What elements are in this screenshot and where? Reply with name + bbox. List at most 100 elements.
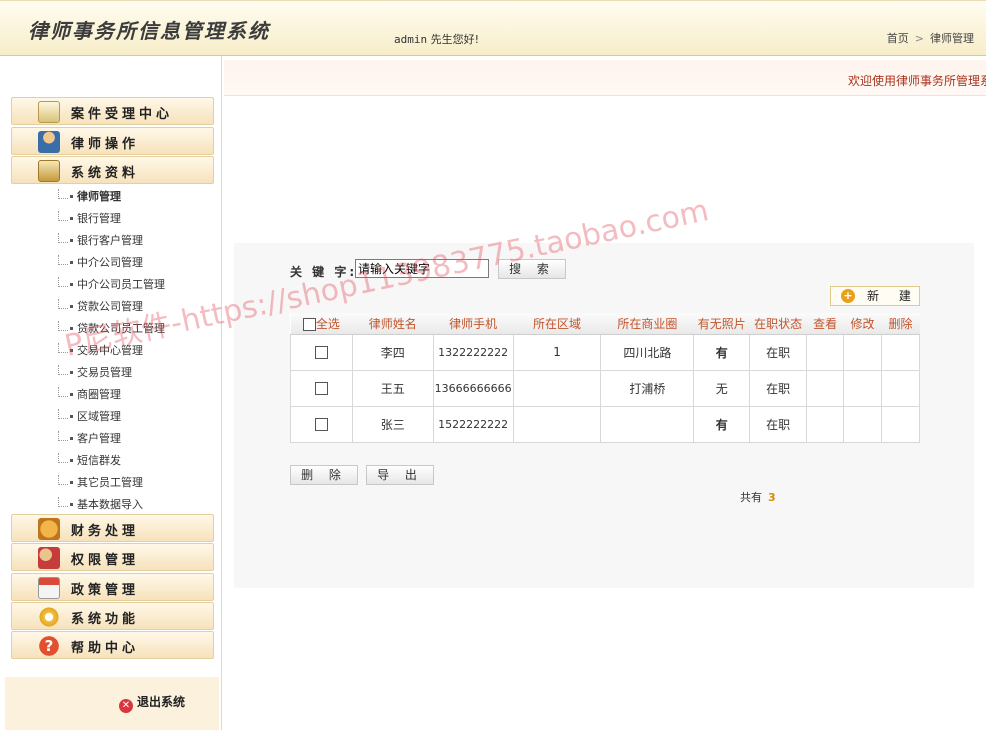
menu-finance[interactable]: 财务处理 [11, 514, 214, 542]
edit-cell[interactable] [843, 333, 882, 371]
menu-permission[interactable]: 权限管理 [11, 543, 214, 571]
row-select-cell [290, 369, 353, 407]
area-cell: 1 [512, 333, 602, 371]
sidebar-item-trader[interactable]: 交易员管理 [58, 364, 132, 384]
menu-label: 案件受理中心 [71, 107, 174, 122]
lawyer-phone-cell: 1322222222 [432, 333, 514, 371]
welcome-marquee-bar: 欢迎使用律师事务所管理系统 [224, 60, 986, 96]
breadcrumb: 首页 > 律师管理 [887, 30, 974, 46]
tree-connector [58, 255, 68, 265]
sidebar-item-sms[interactable]: 短信群发 [58, 452, 121, 472]
view-cell[interactable] [806, 369, 845, 407]
bullet-icon [70, 261, 73, 264]
logout-label: 退出系统 [137, 695, 186, 709]
header-bar: 律师事务所信息管理系统 admin 先生您好! 首页 > 律师管理 [0, 0, 986, 56]
sidebar-item-label: 银行客户管理 [77, 234, 143, 247]
bullet-icon [70, 393, 73, 396]
edit-cell[interactable] [843, 405, 882, 443]
logout-bar: ✕ 退出系统 [5, 677, 219, 730]
bullet-icon [70, 459, 73, 462]
export-button[interactable]: 导 出 [366, 465, 434, 485]
lawyer-phone-cell: 1522222222 [432, 405, 514, 443]
menu-case-center[interactable]: 案件受理中心 [11, 97, 214, 125]
tree-connector [58, 497, 68, 507]
bullet-icon [70, 437, 73, 440]
sidebar-item-label: 基本数据导入 [77, 498, 143, 511]
column-header: 有无照片 [693, 313, 750, 335]
tree-connector [58, 453, 68, 463]
welcome-text: 先生您好! [430, 33, 480, 46]
delete-cell[interactable] [880, 405, 921, 443]
district-cell [600, 405, 695, 443]
sidebar-item-other-staff[interactable]: 其它员工管理 [58, 474, 143, 494]
tree-connector [58, 365, 68, 375]
row-checkbox[interactable] [314, 382, 328, 395]
table-row: 张三 1522222222 有 在职 [290, 405, 921, 443]
welcome-user: admin [394, 33, 428, 46]
status-cell: 在职 [749, 369, 808, 407]
column-header: 查看 [806, 313, 844, 335]
view-cell[interactable] [806, 333, 845, 371]
plus-circle-icon: + [841, 289, 855, 303]
table-row: 王五 13666666666 打浦桥 无 在职 [290, 369, 921, 407]
table-header-row: 全选 律师姓名 律师手机 所在区域 所在商业圈 有无照片 在职状态 查看 修改 … [290, 313, 920, 335]
district-cell: 四川北路 [600, 333, 695, 371]
menu-policy[interactable]: 政策管理 [11, 573, 214, 601]
sidebar-item-business-district[interactable]: 商圈管理 [58, 386, 121, 406]
sidebar-item-lawyer[interactable]: 律师管理 [58, 188, 121, 208]
select-all-checkbox[interactable] [302, 317, 316, 331]
sidebar-item-label: 商圈管理 [77, 388, 121, 401]
sidebar-item-label: 短信群发 [77, 454, 121, 467]
delete-button[interactable]: 删 除 [290, 465, 358, 485]
menu-system-functions[interactable]: 系统功能 [11, 602, 214, 630]
menu-help[interactable]: ? 帮助中心 [11, 631, 214, 659]
new-button[interactable]: + 新 建 [830, 286, 920, 306]
total-number: 3 [768, 491, 776, 504]
sidebar-item-agency[interactable]: 中介公司管理 [58, 254, 143, 274]
lawyer-name-cell: 李四 [351, 333, 434, 371]
sidebar-item-data-import[interactable]: 基本数据导入 [58, 496, 143, 516]
lawyer-table: 全选 律师姓名 律师手机 所在区域 所在商业圈 有无照片 在职状态 查看 修改 … [290, 313, 921, 443]
sidebar-item-area[interactable]: 区域管理 [58, 408, 121, 428]
sidebar-item-bank-customer[interactable]: 银行客户管理 [58, 232, 143, 252]
sidebar-item-bank[interactable]: 银行管理 [58, 210, 121, 230]
sidebar-item-customer[interactable]: 客户管理 [58, 430, 121, 450]
case-icon [38, 101, 60, 123]
delete-cell[interactable] [880, 333, 921, 371]
bullet-icon [70, 283, 73, 286]
logout-button[interactable]: ✕ 退出系统 [119, 693, 185, 713]
edit-cell[interactable] [843, 369, 882, 407]
lawyer-phone-cell: 13666666666 [432, 369, 514, 407]
lawyer-name-cell: 张三 [351, 405, 434, 443]
sidebar-item-label: 中介公司员工管理 [77, 278, 165, 291]
area-cell [512, 369, 602, 407]
total-count: 共有 3 [740, 489, 776, 505]
select-all-header[interactable]: 全选 [290, 313, 353, 335]
menu-label: 系统功能 [71, 612, 140, 627]
bullet-icon [70, 371, 73, 374]
tree-connector [58, 233, 68, 243]
tree-connector [58, 387, 68, 397]
row-checkbox[interactable] [314, 346, 328, 359]
delete-cell[interactable] [880, 369, 921, 407]
tree-connector [58, 409, 68, 419]
breadcrumb-home[interactable]: 首页 [887, 32, 909, 45]
menu-system-data[interactable]: 系统资料 [11, 156, 214, 184]
column-header: 修改 [843, 313, 882, 335]
close-circle-icon: ✕ [119, 699, 133, 713]
column-header: 律师姓名 [352, 313, 434, 335]
row-checkbox[interactable] [314, 418, 328, 431]
view-cell[interactable] [806, 405, 845, 443]
select-all-label: 全选 [315, 316, 340, 331]
lawyer-name-cell: 王五 [351, 369, 434, 407]
tree-connector [58, 431, 68, 441]
tree-connector [58, 277, 68, 287]
menu-lawyer-ops[interactable]: 律师操作 [11, 127, 214, 155]
sidebar-item-label: 客户管理 [77, 432, 121, 445]
photo-cell: 有 [693, 405, 751, 443]
bullet-icon [70, 239, 73, 242]
sidebar-item-label: 其它员工管理 [77, 476, 143, 489]
sidebar-item-agency-staff[interactable]: 中介公司员工管理 [58, 276, 165, 296]
column-header: 律师手机 [433, 313, 514, 335]
lawyer-icon [38, 131, 60, 153]
